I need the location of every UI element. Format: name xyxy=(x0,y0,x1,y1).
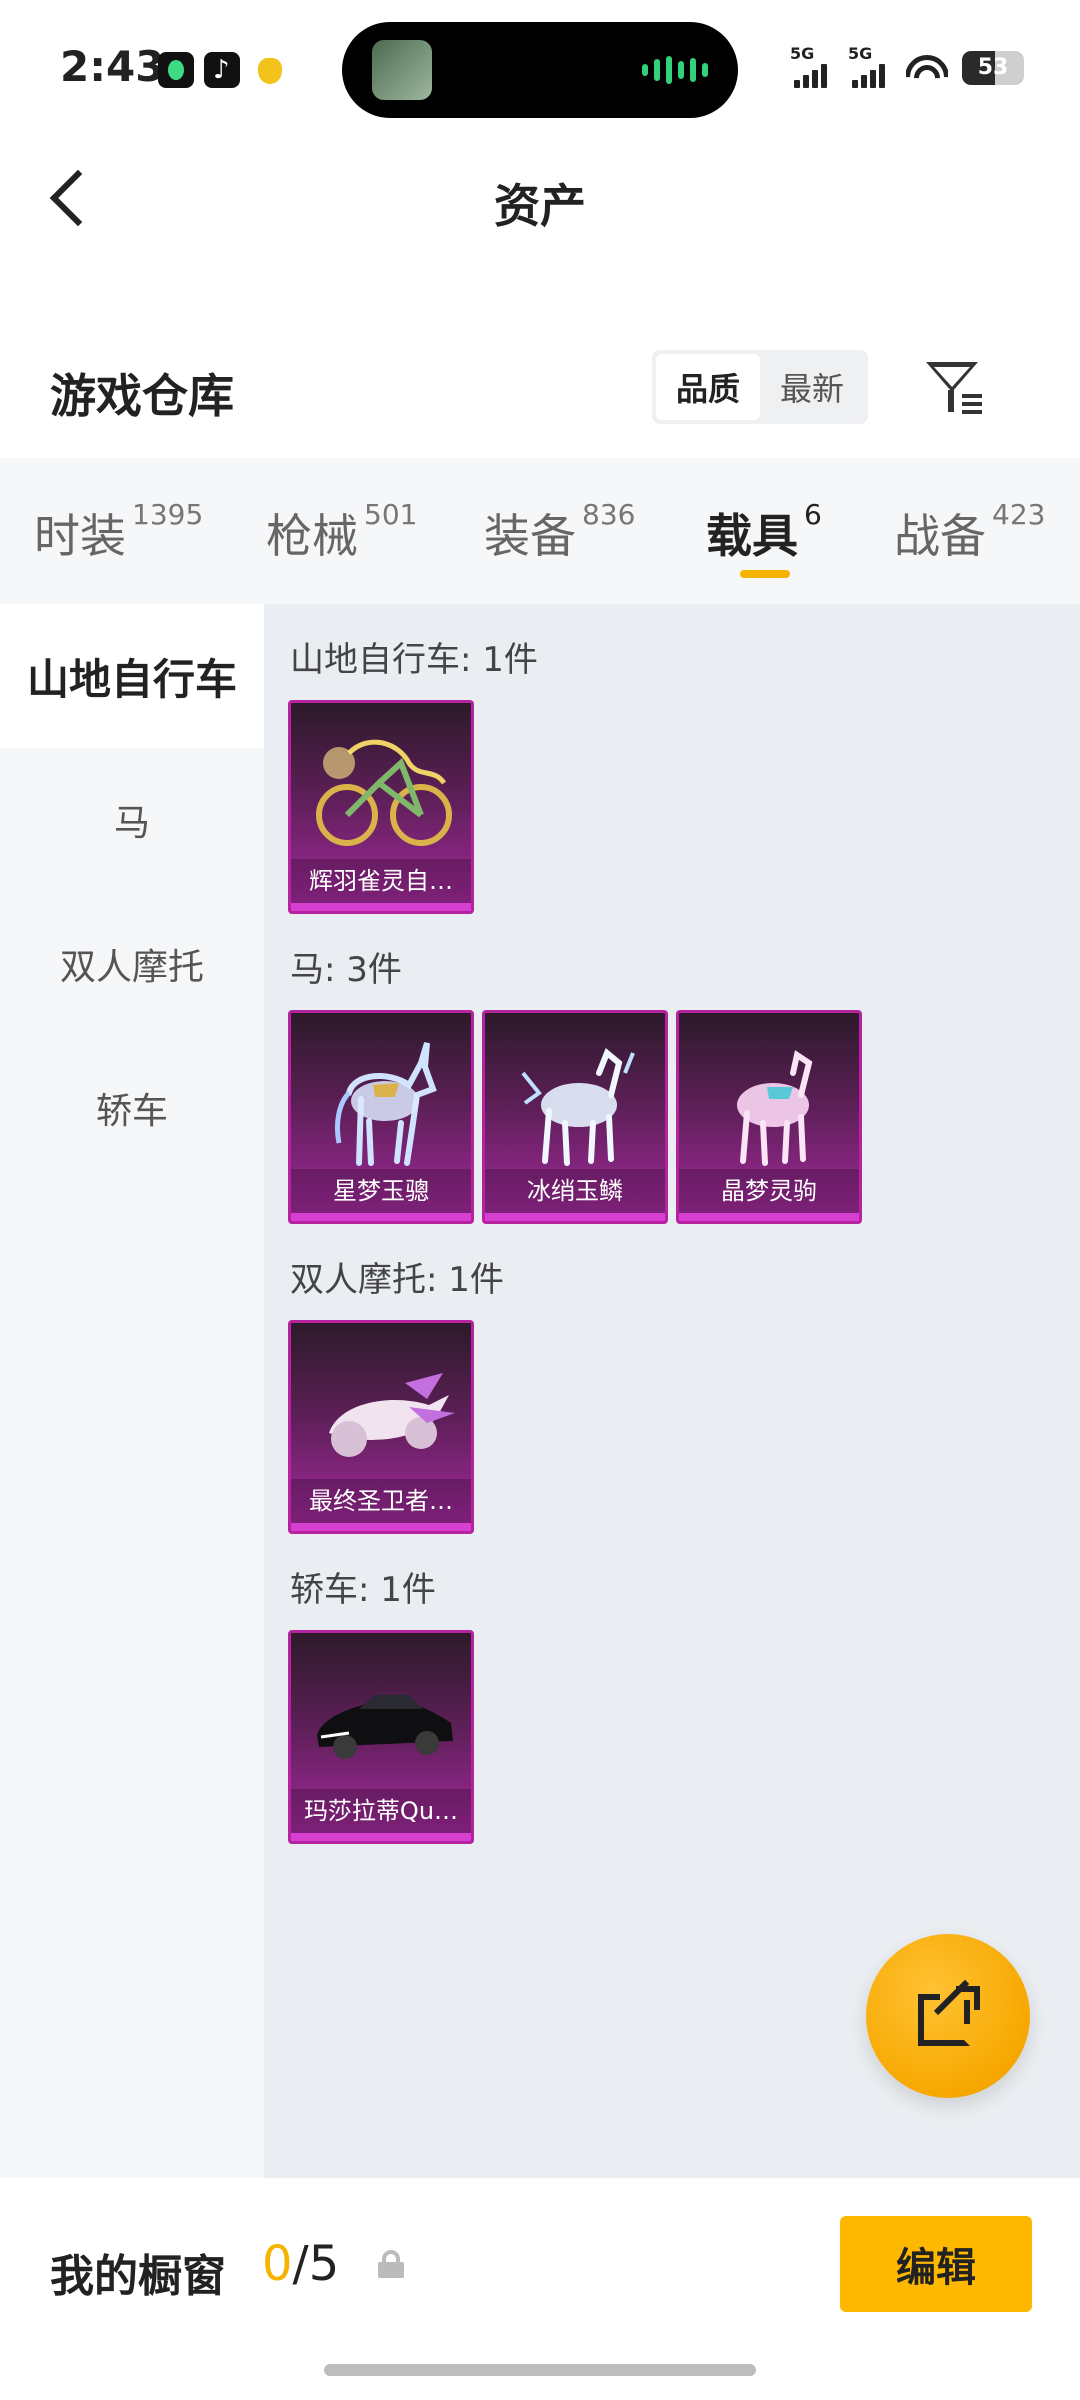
item-name: 星梦玉骢 xyxy=(291,1169,471,1213)
item-name: 冰绡玉鳞 xyxy=(485,1169,665,1213)
page-title: 资产 xyxy=(494,179,586,233)
group-title: 双人摩托: 1件 xyxy=(290,1260,504,1300)
horse-icon xyxy=(737,1050,813,1166)
share-button[interactable] xyxy=(866,1934,1030,2098)
vehicle-type-sidebar: 山地自行车 马 双人摩托 轿车 xyxy=(0,604,264,2178)
item-card[interactable]: 最终圣卫者… xyxy=(288,1320,474,1534)
warehouse-title: 游戏仓库 xyxy=(50,369,234,423)
horse-icon xyxy=(334,1042,437,1166)
car-icon xyxy=(317,1695,453,1759)
tab-fashion[interactable]: 时装 1395 xyxy=(34,498,204,566)
item-name: 最终圣卫者… xyxy=(291,1479,471,1523)
signal-icon: 5G xyxy=(790,44,834,88)
sidebar-item-motorcycle[interactable]: 双人摩托 xyxy=(0,892,264,1036)
tab-firearms[interactable]: 枪械 501 xyxy=(266,498,418,566)
tab-vehicles[interactable]: 载具 6 xyxy=(706,498,822,566)
lock-icon xyxy=(376,2250,406,2280)
tab-count: 423 xyxy=(992,498,1046,531)
signal-icon: 5G xyxy=(848,44,892,88)
tab-supplies[interactable]: 战备 423 xyxy=(894,498,1046,566)
media-thumbnail xyxy=(372,40,432,100)
sort-toggle: 品质 最新 xyxy=(652,350,868,424)
group-title: 马: 3件 xyxy=(290,950,402,990)
app-notification-icon xyxy=(158,52,194,88)
section-header: 游戏仓库 品质 最新 xyxy=(0,330,1080,450)
tab-count: 836 xyxy=(582,498,636,531)
item-card[interactable]: 星梦玉骢 xyxy=(288,1010,474,1224)
showcase-count: 0/5 xyxy=(262,2236,340,2292)
showcase-label: 我的橱窗 xyxy=(50,2251,226,2302)
item-name: 晶梦灵驹 xyxy=(679,1169,859,1213)
item-card[interactable]: 冰绡玉鳞 xyxy=(482,1010,668,1224)
share-icon xyxy=(918,1979,980,2046)
edit-button[interactable]: 编辑 xyxy=(840,2216,1032,2312)
sort-quality-button[interactable]: 品质 xyxy=(656,354,760,420)
active-tab-indicator xyxy=(740,570,790,578)
battery-icon: 53 xyxy=(962,51,1024,85)
motorcycle-icon xyxy=(329,1373,455,1457)
item-card[interactable]: 晶梦灵驹 xyxy=(676,1010,862,1224)
item-card[interactable]: 辉羽雀灵自… xyxy=(288,700,474,914)
tab-count: 1395 xyxy=(132,498,204,531)
sidebar-item-horse[interactable]: 马 xyxy=(0,748,264,892)
filter-icon[interactable] xyxy=(924,358,984,418)
home-indicator xyxy=(324,2364,756,2376)
nav-header: 资产 xyxy=(0,130,1080,260)
tiktok-notification-icon xyxy=(204,52,240,88)
group-title: 轿车: 1件 xyxy=(290,1570,436,1610)
audio-wave-icon xyxy=(642,56,708,84)
mascot-notification-icon xyxy=(252,52,288,88)
category-tabs: 时装 1395 枪械 501 装备 836 载具 6 战备 423 xyxy=(0,458,1080,604)
dynamic-island xyxy=(342,22,738,118)
sidebar-item-mountain-bike[interactable]: 山地自行车 xyxy=(0,604,264,748)
group-title: 山地自行车: 1件 xyxy=(290,640,538,680)
tab-equipment[interactable]: 装备 836 xyxy=(484,498,636,566)
wifi-icon xyxy=(906,51,948,85)
tab-count: 501 xyxy=(364,498,418,531)
horse-icon xyxy=(521,1048,635,1166)
item-name: 辉羽雀灵自… xyxy=(291,859,471,903)
status-bar: 2:43 5G 5G 53 xyxy=(0,0,1080,130)
sidebar-item-sedan[interactable]: 轿车 xyxy=(0,1036,264,1180)
item-name: 玛莎拉蒂Qu… xyxy=(291,1789,471,1833)
status-time: 2:43 xyxy=(60,42,165,91)
tab-count: 6 xyxy=(804,498,822,531)
item-card[interactable]: 玛莎拉蒂Qu… xyxy=(288,1630,474,1844)
bicycle-icon xyxy=(316,739,452,846)
sort-newest-button[interactable]: 最新 xyxy=(760,354,864,420)
